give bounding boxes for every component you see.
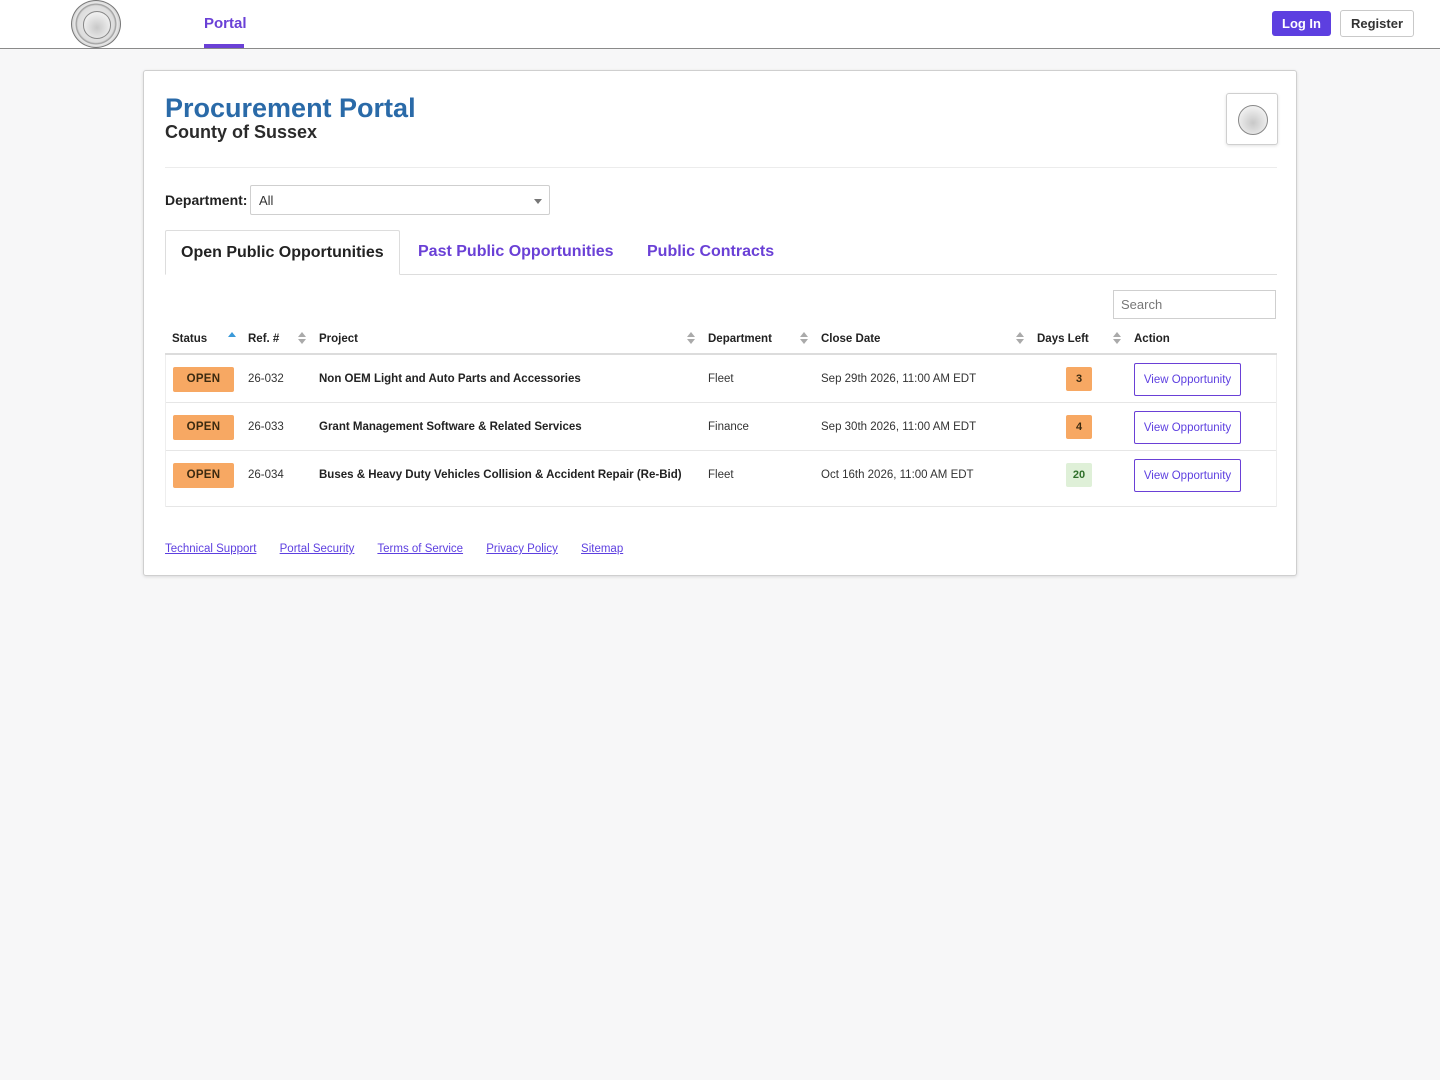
footer-link-technical-support[interactable]: Technical Support [165,543,256,555]
project-name: Non OEM Light and Auto Parts and Accesso… [319,373,581,385]
login-button[interactable]: Log In [1272,11,1331,36]
column-header-department[interactable]: Department [708,333,772,345]
sort-icon[interactable] [1113,332,1121,346]
footer-link-portal-security[interactable]: Portal Security [280,543,355,555]
column-header-ref[interactable]: Ref. # [248,333,279,345]
nav-active-indicator [204,44,244,48]
department-cell: Fleet [708,469,734,481]
page-title: Procurement Portal [165,93,416,123]
top-navbar: Portal Log In Register [0,0,1440,49]
page-subtitle: County of Sussex [165,122,318,142]
ref-number: 26-033 [248,421,284,433]
register-button[interactable]: Register [1340,10,1414,37]
table-header: Status Ref. # Project Department Close D… [165,324,1277,355]
department-selected-value: All [259,193,274,208]
view-opportunity-button[interactable]: View Opportunity [1134,411,1241,444]
header-divider [165,167,1277,168]
county-seal-logo[interactable] [71,0,121,48]
project-name: Buses & Heavy Duty Vehicles Collision & … [319,469,682,481]
tab-open-opportunities[interactable]: Open Public Opportunities [165,230,400,275]
close-date-cell: Oct 16th 2026, 11:00 AM EDT [821,469,974,481]
column-header-close-date[interactable]: Close Date [821,333,880,345]
table-row: OPEN 26-032 Non OEM Light and Auto Parts… [166,355,1276,403]
footer-link-terms-of-service[interactable]: Terms of Service [377,543,463,555]
sort-icon[interactable] [800,332,808,346]
project-name: Grant Management Software & Related Serv… [319,421,582,433]
ref-number: 26-032 [248,373,284,385]
search-input[interactable] [1113,290,1276,319]
sort-icon[interactable] [1016,332,1024,346]
table-row: OPEN 26-033 Grant Management Software & … [166,403,1276,451]
column-header-status[interactable]: Status [172,333,207,345]
tab-past-opportunities[interactable]: Past Public Opportunities [418,230,614,275]
department-select[interactable]: All [250,185,550,215]
close-date-cell: Sep 30th 2026, 11:00 AM EDT [821,421,977,433]
footer-link-privacy-policy[interactable]: Privacy Policy [486,543,558,555]
sort-asc-icon[interactable] [228,332,236,346]
column-header-project[interactable]: Project [319,333,358,345]
opportunities-table: Status Ref. # Project Department Close D… [165,324,1277,507]
days-left-badge: 4 [1066,415,1092,439]
department-cell: Finance [708,421,749,433]
status-badge: OPEN [173,367,234,392]
status-badge: OPEN [173,415,234,440]
department-cell: Fleet [708,373,734,385]
nav-portal-link[interactable]: Portal [204,15,247,32]
county-seal-image [1226,93,1278,145]
table-row: OPEN 26-034 Buses & Heavy Duty Vehicles … [166,451,1276,507]
sort-icon[interactable] [687,332,695,346]
chevron-down-icon [534,199,542,204]
tab-bar: Open Public Opportunities Past Public Op… [165,230,1277,275]
column-header-action: Action [1134,333,1170,345]
close-date-cell: Sep 29th 2026, 11:00 AM EDT [821,373,977,385]
department-label: Department: [165,192,248,208]
main-card: Procurement Portal County of Sussex Depa… [143,70,1297,576]
footer-link-sitemap[interactable]: Sitemap [581,543,623,555]
footer-links: Technical Support Portal Security Terms … [165,543,643,555]
status-badge: OPEN [173,463,234,488]
ref-number: 26-034 [248,469,284,481]
view-opportunity-button[interactable]: View Opportunity [1134,459,1241,492]
tab-public-contracts[interactable]: Public Contracts [647,230,774,275]
table-body: OPEN 26-032 Non OEM Light and Auto Parts… [165,355,1277,507]
days-left-badge: 20 [1066,463,1092,487]
days-left-badge: 3 [1066,367,1092,391]
column-header-days-left[interactable]: Days Left [1037,333,1089,345]
view-opportunity-button[interactable]: View Opportunity [1134,363,1241,396]
sort-icon[interactable] [298,332,306,346]
